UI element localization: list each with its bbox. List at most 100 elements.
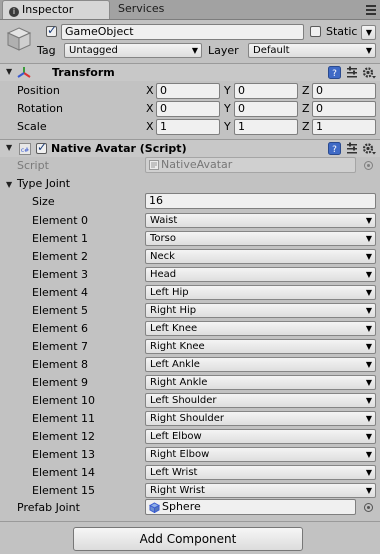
joint-type-dropdown[interactable]: Torso ▼ (145, 231, 376, 246)
position-z-field[interactable]: 0 (312, 83, 376, 99)
joint-type-dropdown[interactable]: Left Ankle ▼ (145, 357, 376, 372)
joint-type-dropdown[interactable]: Right Hip ▼ (145, 303, 376, 318)
joint-type-dropdown[interactable]: Left Shoulder ▼ (145, 393, 376, 408)
element-label: Element 10 (32, 394, 96, 407)
gear-icon[interactable] (362, 142, 376, 155)
tag-label: Tag (37, 44, 56, 57)
gameobject-active-checkbox[interactable] (46, 23, 57, 37)
joint-type-value: Left Hip (150, 287, 189, 298)
object-picker-icon[interactable] (364, 503, 373, 512)
joint-type-value: Torso (150, 233, 176, 244)
element-label: Element 9 (32, 376, 89, 389)
chevron-down-icon: ▼ (365, 46, 372, 55)
tab-inspector[interactable]: i Inspector (2, 0, 110, 19)
joint-type-dropdown[interactable]: Neck ▼ (145, 249, 376, 264)
static-dropdown[interactable]: ▼ (361, 25, 376, 40)
element-label: Element 0 (32, 214, 89, 227)
tab-services[interactable]: Services (112, 0, 192, 19)
joint-type-dropdown[interactable]: Right Knee ▼ (145, 339, 376, 354)
rotation-label: Rotation (17, 102, 64, 115)
tag-value: Untagged (69, 45, 118, 56)
chevron-down-icon: ▼ (365, 306, 372, 315)
element-label: Element 11 (32, 412, 96, 425)
size-field[interactable]: 16 (145, 193, 376, 209)
object-picker-icon (364, 161, 373, 170)
preset-sliders-icon[interactable] (346, 142, 358, 155)
joint-type-dropdown[interactable]: Right Elbow ▼ (145, 447, 376, 462)
tag-dropdown[interactable]: Untagged ▼ (64, 43, 202, 58)
chevron-down-icon: ▼ (365, 414, 372, 423)
add-component-button[interactable]: Add Component (73, 527, 303, 551)
chevron-down-icon: ▼ (365, 432, 372, 441)
position-x-field[interactable]: 0 (156, 83, 220, 99)
info-icon: i (9, 7, 19, 17)
scale-z-field[interactable]: 1 (312, 119, 376, 135)
joint-type-dropdown[interactable]: Right Shoulder ▼ (145, 411, 376, 426)
position-label: Position (17, 84, 60, 97)
element-label: Element 13 (32, 448, 96, 461)
native-avatar-header[interactable]: ▼ c# Native Avatar (Script) ? (0, 140, 380, 157)
joint-type-value: Left Shoulder (150, 395, 217, 406)
script-file-icon (149, 160, 159, 170)
rotation-x-field[interactable]: 0 (156, 101, 220, 117)
native-avatar-title: Native Avatar (Script) (51, 142, 187, 155)
element-label: Element 4 (32, 286, 89, 299)
help-icon[interactable]: ? (328, 66, 341, 79)
foldout-expanded-icon[interactable]: ▼ (6, 180, 12, 189)
script-field: NativeAvatar (145, 157, 356, 173)
chevron-down-icon: ▼ (365, 288, 372, 297)
help-icon[interactable]: ? (328, 142, 341, 155)
prefab-joint-value: Sphere (162, 500, 201, 513)
chevron-down-icon: ▼ (365, 378, 372, 387)
z-label: Z (302, 102, 310, 115)
preset-sliders-icon[interactable] (346, 66, 358, 79)
foldout-expanded-icon[interactable]: ▼ (6, 143, 12, 152)
native-avatar-enabled-checkbox[interactable] (36, 140, 47, 154)
joint-type-dropdown[interactable]: Waist ▼ (145, 213, 376, 228)
joint-type-value: Right Ankle (150, 377, 208, 388)
joint-type-dropdown[interactable]: Left Hip ▼ (145, 285, 376, 300)
element-label: Element 7 (32, 340, 89, 353)
x-label: X (146, 102, 154, 115)
element-label: Element 3 (32, 268, 89, 281)
rotation-z-field[interactable]: 0 (312, 101, 376, 117)
joint-type-value: Right Knee (150, 341, 205, 352)
joint-type-dropdown[interactable]: Left Knee ▼ (145, 321, 376, 336)
joint-type-value: Right Wrist (150, 485, 205, 496)
chevron-down-icon: ▼ (365, 216, 372, 225)
y-label: Y (224, 102, 231, 115)
size-label: Size (32, 195, 55, 208)
tab-menu-icon[interactable] (365, 2, 377, 16)
prefab-joint-field[interactable]: Sphere (145, 499, 356, 515)
element-label: Element 14 (32, 466, 96, 479)
foldout-expanded-icon[interactable]: ▼ (6, 67, 12, 76)
chevron-down-icon: ▼ (365, 342, 372, 351)
transform-header[interactable]: ▼ Transform ? (0, 64, 380, 81)
z-label: Z (302, 84, 310, 97)
rotation-y-field[interactable]: 0 (234, 101, 298, 117)
chevron-down-icon: ▼ (365, 396, 372, 405)
transform-axes-icon (17, 67, 31, 78)
gear-icon[interactable] (362, 66, 376, 79)
layer-dropdown[interactable]: Default ▼ (248, 43, 376, 58)
joint-type-dropdown[interactable]: Left Elbow ▼ (145, 429, 376, 444)
x-label: X (146, 120, 154, 133)
layer-value: Default (253, 45, 290, 56)
joint-type-dropdown[interactable]: Head ▼ (145, 267, 376, 282)
joint-type-value: Head (150, 269, 177, 280)
gameobject-cube-icon (6, 27, 32, 51)
script-label: Script (17, 159, 49, 172)
position-y-field[interactable]: 0 (234, 83, 298, 99)
element-label: Element 2 (32, 250, 89, 263)
csharp-script-icon: c# (19, 143, 31, 155)
static-checkbox[interactable] (310, 26, 321, 37)
joint-type-value: Left Ankle (150, 359, 200, 370)
joint-type-dropdown[interactable]: Left Wrist ▼ (145, 465, 376, 480)
scale-x-field[interactable]: 1 (156, 119, 220, 135)
type-joint-label: Type Joint (17, 177, 71, 190)
joint-type-dropdown[interactable]: Right Wrist ▼ (145, 483, 376, 498)
mesh-sphere-icon (149, 502, 160, 513)
joint-type-dropdown[interactable]: Right Ankle ▼ (145, 375, 376, 390)
scale-y-field[interactable]: 1 (234, 119, 298, 135)
gameobject-name-field[interactable]: GameObject (61, 24, 304, 40)
